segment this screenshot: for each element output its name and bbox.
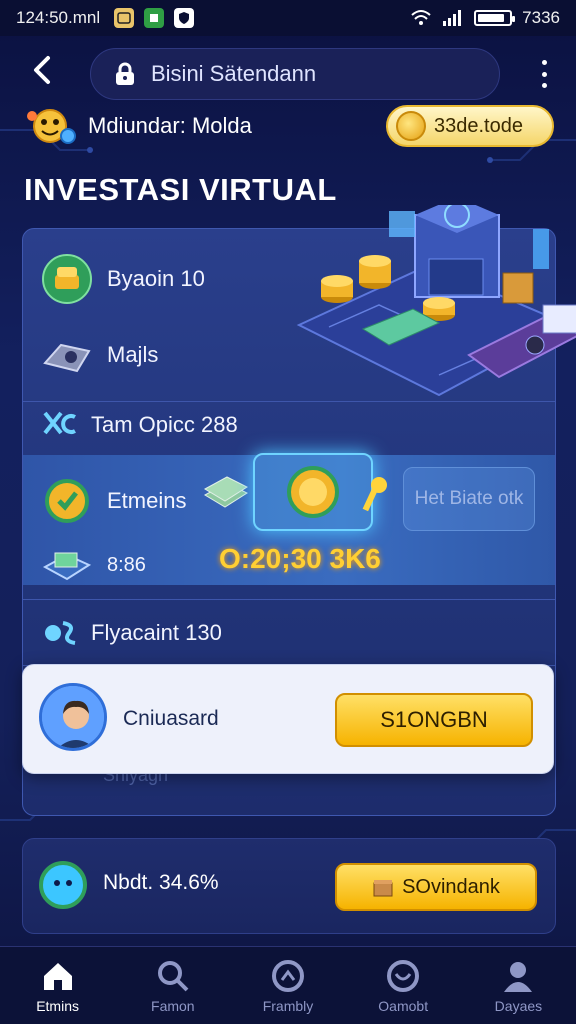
key-icon xyxy=(362,477,387,512)
status-bar: 124:50.mnl 7336 xyxy=(0,0,576,36)
url-text: Bisini Sätendann xyxy=(151,61,317,86)
list-item-label: Etmeins xyxy=(107,488,187,513)
user-popup-card: Cniuasard S1ONGBN xyxy=(22,664,554,774)
analytics-icon xyxy=(272,959,304,992)
divider xyxy=(23,599,555,600)
list-item[interactable]: Majls xyxy=(41,329,158,381)
more-vertical-icon xyxy=(541,60,547,65)
nav-item-home[interactable]: Etmins xyxy=(0,947,115,1024)
nav-label: Etmins xyxy=(36,997,79,1014)
home-icon xyxy=(43,962,72,990)
wifi-icon xyxy=(411,10,431,25)
user-row: Mdiundar: Molda 33de.tode xyxy=(24,102,554,150)
list-item[interactable]: Etmeins xyxy=(41,475,186,527)
avatar-image xyxy=(42,686,104,748)
coin-balance: 33de.tode xyxy=(434,114,523,137)
nav-item-wallet[interactable]: Oamobt xyxy=(346,947,461,1024)
wallet-icon xyxy=(387,959,420,992)
list-item[interactable]: Byaoin 10 xyxy=(41,253,205,305)
finance-icon xyxy=(45,621,76,645)
username: Mdiundar: Molda xyxy=(88,113,252,138)
lock-icon xyxy=(116,62,134,85)
nav-label: Dayaes xyxy=(494,997,543,1014)
avatar[interactable] xyxy=(39,683,107,751)
page-title: INVESTASI VIRTUAL xyxy=(24,172,337,207)
battery-icon xyxy=(474,10,516,26)
mascot-icon xyxy=(27,109,76,144)
secondary-action-label: SOvindank xyxy=(402,875,500,898)
popup-user-name: Cniuasard xyxy=(123,707,219,730)
status-right-text: 7336 xyxy=(522,8,560,27)
nav-label: Famon xyxy=(151,997,195,1014)
investment-illustration xyxy=(296,205,576,397)
gold-coin-icon xyxy=(287,466,339,518)
list-item[interactable]: Flyacaint 130 xyxy=(41,613,222,653)
bottom-nav: Etmins Famon Frambly Oamobt Dayaes xyxy=(0,946,576,1024)
status-time: 124:50.mnl xyxy=(16,8,101,27)
gift-icon xyxy=(373,880,393,897)
gold-coin-stack-icon xyxy=(42,254,92,304)
more-menu-button[interactable] xyxy=(530,56,558,92)
investment-value: O:20;30 3K6 xyxy=(219,543,381,574)
shield-icon xyxy=(174,8,195,28)
divider xyxy=(23,401,555,402)
rate-pill[interactable]: Het Biate otk xyxy=(403,467,535,531)
coin-icon xyxy=(396,111,426,141)
list-item-label: Byaoin 10 xyxy=(107,266,205,291)
growth-icon xyxy=(39,861,87,909)
app-icon xyxy=(144,8,165,28)
profile-icon xyxy=(504,961,533,992)
top-bar: Bisini Sätendann xyxy=(0,46,576,102)
gear-check-icon xyxy=(45,479,89,523)
cash-icon xyxy=(42,552,92,581)
primary-action-button[interactable]: S1ONGBN xyxy=(335,693,533,747)
analytics-icon xyxy=(43,411,76,435)
back-button[interactable] xyxy=(22,54,62,94)
list-item-label: Flyacaint 130 xyxy=(91,620,222,645)
more-vertical-dot xyxy=(541,71,547,77)
cash-stack-icon xyxy=(203,476,249,508)
nav-item-profile[interactable]: Dayaes xyxy=(461,947,576,1024)
summary-card: Nbdt. 34.6% SOvindank xyxy=(22,838,556,934)
more-vertical-dot xyxy=(541,83,547,88)
signal-icon xyxy=(443,10,462,26)
coin-balance-chip[interactable]: 33de.tode xyxy=(386,105,554,147)
nav-label: Frambly xyxy=(262,997,314,1014)
chevron-left-icon xyxy=(34,56,50,84)
summary-text: Nbdt. 34.6% xyxy=(103,871,219,894)
list-item[interactable]: Tam Opicc 288 xyxy=(41,405,238,445)
wallet-icon xyxy=(43,343,91,373)
nav-item-investment[interactable]: Famon xyxy=(115,947,230,1024)
nav-item-analytics[interactable]: Frambly xyxy=(230,947,345,1024)
url-bar[interactable]: Bisini Sätendann xyxy=(90,48,500,100)
featured-coin-tile[interactable] xyxy=(253,453,373,531)
secondary-action-button[interactable]: SOvindank xyxy=(335,863,537,911)
investment-icon xyxy=(157,960,189,991)
list-item[interactable]: 8:86 xyxy=(41,539,146,591)
image-icon xyxy=(114,8,135,28)
list-item-label: Majls xyxy=(107,342,159,367)
list-item-label: Tam Opicc 288 xyxy=(91,412,238,437)
nav-label: Oamobt xyxy=(378,997,429,1014)
list-item-label: 8:86 xyxy=(107,553,146,576)
